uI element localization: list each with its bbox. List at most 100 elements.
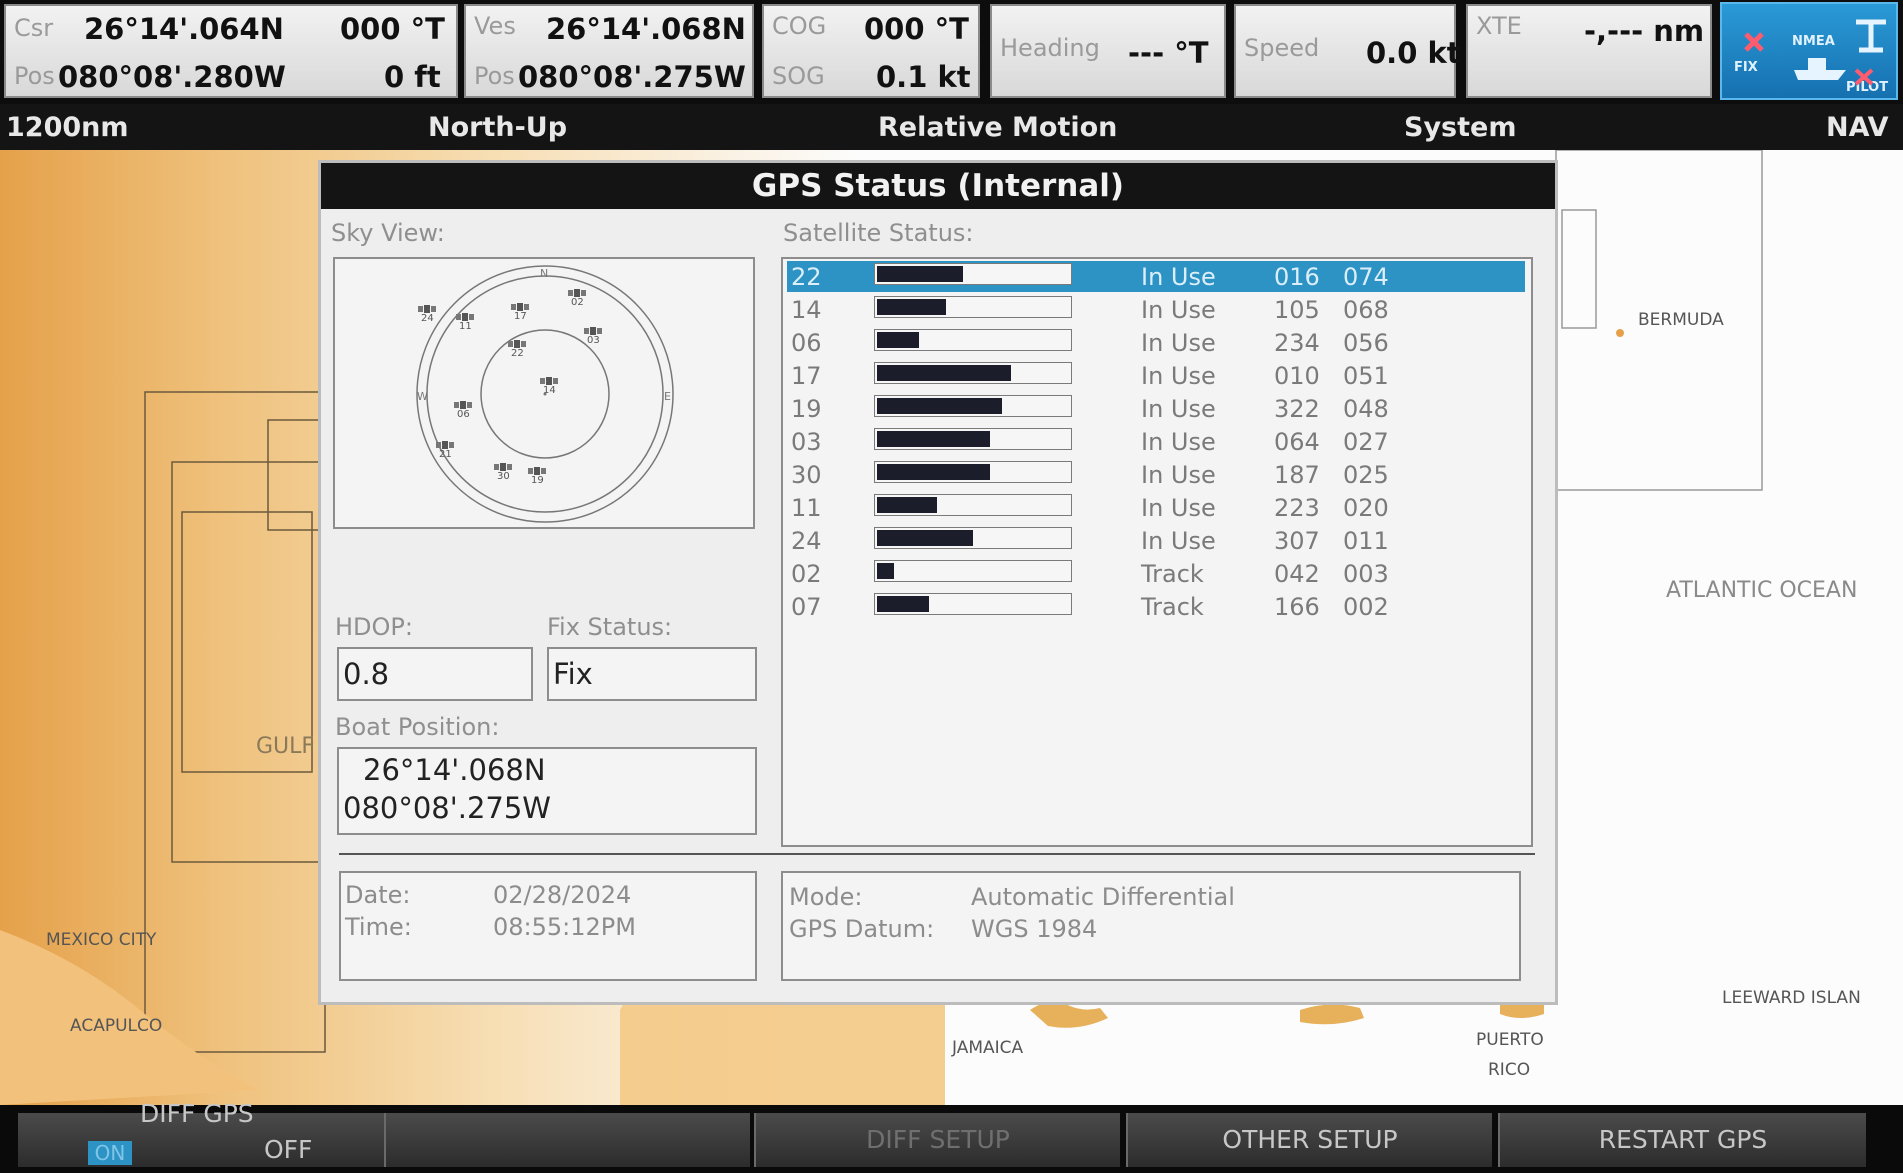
satellite-elevation: 025 <box>1343 461 1389 489</box>
satellite-azimuth: 166 <box>1274 593 1320 621</box>
nav-label: NAV <box>1826 112 1889 143</box>
satellite-row-24[interactable]: 24 In Use 307 011 <box>787 525 1525 556</box>
sky-satellite-30: 30 <box>494 463 512 482</box>
place-bermuda: BERMUDA <box>1638 310 1724 330</box>
diff-gps-softkey[interactable]: DIFF GPS ON OFF <box>18 1099 384 1167</box>
date-time-panel: Date: 02/28/2024 Time: 08:55:12PM <box>339 871 757 981</box>
sky-satellite-19: 19 <box>528 467 546 486</box>
satellite-status: In Use <box>1141 494 1216 522</box>
satellite-status-list[interactable]: 22 In Use 016 074 14 In Use 105 068 06 In Use 234 0… <box>781 257 1533 847</box>
signal-strength-fill <box>877 332 919 348</box>
sky-plot: N E W 24 11 17 02 03 22 14 06 21 30 19 <box>416 265 674 523</box>
satellite-elevation: 051 <box>1343 362 1389 390</box>
motion-mode[interactable]: Relative Motion <box>878 112 1117 143</box>
place-jamaica: JAMAICA <box>952 1038 1024 1058</box>
boat-position-field: 26°14'.068N 080°08'.275W <box>337 747 757 835</box>
cursor-label: Csr <box>14 14 54 42</box>
satellite-row-06[interactable]: 06 In Use 234 056 <box>787 327 1525 358</box>
satellite-id: 02 <box>791 560 822 588</box>
mode-bar: 1200nm North-Up Relative Motion System N… <box>0 104 1903 150</box>
vessel-longitude: 080°08'.275W <box>518 60 746 94</box>
speed-box[interactable]: Speed 0.0 kt <box>1234 4 1461 98</box>
satellite-row-22[interactable]: 22 In Use 016 074 <box>787 261 1525 292</box>
signal-strength-fill <box>877 563 894 579</box>
signal-strength-fill <box>877 398 1002 414</box>
satellite-row-14[interactable]: 14 In Use 105 068 <box>787 294 1525 325</box>
heading-box[interactable]: Heading --- °T <box>990 4 1226 98</box>
satellite-status: In Use <box>1141 527 1216 555</box>
satellite-row-19[interactable]: 19 In Use 322 048 <box>787 393 1525 424</box>
satellite-row-11[interactable]: 11 In Use 223 020 <box>787 492 1525 523</box>
gps-fix-status-icon[interactable]: FIX NMEA PILOT <box>1720 2 1898 100</box>
top-data-bar: Csr 26°14'.064N 000 °T Pos 080°08'.280W … <box>0 0 1903 104</box>
restart-gps-softkey[interactable]: RESTART GPS <box>1498 1113 1866 1167</box>
satellite-elevation: 048 <box>1343 395 1389 423</box>
boat-longitude: 080°08'.275W <box>343 791 551 825</box>
sky-satellites: 24 11 17 02 03 22 14 06 21 30 19 <box>418 289 602 486</box>
time-value: 08:55:12PM <box>493 913 636 941</box>
speed-value: 0.0 kt <box>1366 36 1461 70</box>
satellite-azimuth: 234 <box>1274 329 1320 357</box>
dialog-divider <box>339 853 1535 855</box>
sky-satellite-03: 03 <box>584 327 602 346</box>
signal-strength-fill <box>877 266 963 282</box>
signal-strength-fill <box>877 299 946 315</box>
satellite-status: Track <box>1141 560 1204 588</box>
sky-view-label: Sky View: <box>331 219 445 247</box>
vessel-position-box[interactable]: Ves 26°14'.068N Pos 080°08'.275W <box>464 4 754 98</box>
signal-strength-bar <box>874 329 1072 351</box>
mode-label: Mode: <box>789 883 863 911</box>
satellite-elevation: 002 <box>1343 593 1389 621</box>
xte-value: -,--- nm <box>1584 14 1705 48</box>
gps-datum-label: GPS Datum: <box>789 915 935 943</box>
sky-satellite-label: 30 <box>497 471 510 482</box>
compass-w: W <box>417 390 428 403</box>
satellite-azimuth: 105 <box>1274 296 1320 324</box>
satellite-id: 07 <box>791 593 822 621</box>
satellite-status: In Use <box>1141 428 1216 456</box>
diff-setup-softkey[interactable]: DIFF SETUP <box>754 1113 1120 1167</box>
range-scale[interactable]: 1200nm <box>6 112 129 143</box>
vessel-pos-label: Pos <box>474 62 515 90</box>
signal-strength-fill <box>877 464 990 480</box>
satellite-id: 19 <box>791 395 822 423</box>
diff-gps-off-option[interactable]: OFF <box>264 1135 312 1165</box>
xte-box[interactable]: XTE -,--- nm <box>1466 4 1712 98</box>
blank-softkey[interactable] <box>384 1113 750 1167</box>
sky-view-panel: N E W 24 11 17 02 03 22 14 06 21 30 19 <box>333 257 755 529</box>
satellite-row-03[interactable]: 03 In Use 064 027 <box>787 426 1525 457</box>
satellite-status: In Use <box>1141 461 1216 489</box>
satellite-id: 17 <box>791 362 822 390</box>
satellite-row-30[interactable]: 30 In Use 187 025 <box>787 459 1525 490</box>
signal-strength-bar <box>874 461 1072 483</box>
other-setup-softkey[interactable]: OTHER SETUP <box>1126 1113 1492 1167</box>
boat-position-label: Boat Position: <box>335 713 500 741</box>
signal-strength-bar <box>874 362 1072 384</box>
satellite-row-07[interactable]: 07 Track 166 002 <box>787 591 1525 622</box>
signal-strength-bar <box>874 560 1072 582</box>
sog-label: SOG <box>772 62 825 90</box>
cursor-longitude: 080°08'.280W <box>58 60 286 94</box>
date-value: 02/28/2024 <box>493 881 632 909</box>
mode-datum-panel: Mode: Automatic Differential GPS Datum: … <box>781 871 1521 981</box>
diff-gps-on-option[interactable]: ON <box>88 1141 132 1165</box>
system-label[interactable]: System <box>1404 112 1516 143</box>
place-puerto: PUERTO <box>1476 1030 1544 1050</box>
satellite-row-17[interactable]: 17 In Use 010 051 <box>787 360 1525 391</box>
cursor-latitude: 26°14'.064N <box>84 12 284 46</box>
signal-strength-bar <box>874 494 1072 516</box>
satellite-azimuth: 064 <box>1274 428 1320 456</box>
cog-sog-box[interactable]: COG 000 °T SOG 0.1 kt <box>762 4 980 98</box>
compass-e: E <box>664 390 671 403</box>
signal-strength-fill <box>877 365 1011 381</box>
satellite-status: Track <box>1141 593 1204 621</box>
orientation-mode[interactable]: North-Up <box>428 112 567 143</box>
diff-gps-label: DIFF GPS <box>140 1099 254 1128</box>
satellite-row-02[interactable]: 02 Track 042 003 <box>787 558 1525 589</box>
cursor-position-box[interactable]: Csr 26°14'.064N 000 °T Pos 080°08'.280W … <box>4 4 458 98</box>
signal-strength-bar <box>874 395 1072 417</box>
satellite-id: 11 <box>791 494 822 522</box>
satellite-elevation: 074 <box>1343 263 1389 291</box>
cog-value: 000 °T <box>864 12 969 46</box>
sky-satellite-label: 17 <box>514 311 527 322</box>
